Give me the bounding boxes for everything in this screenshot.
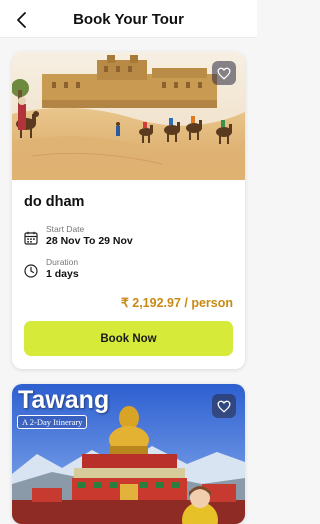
- tour-image-title: Tawang: [18, 386, 110, 414]
- favorite-button[interactable]: [212, 394, 236, 418]
- favorite-button[interactable]: [212, 61, 236, 85]
- tour-image-rajasthan: [12, 52, 245, 180]
- tour-name: do dham: [24, 194, 85, 210]
- heart-icon: [217, 67, 231, 80]
- page-title: Book Your Tour: [73, 11, 184, 28]
- calendar-icon: [24, 231, 38, 245]
- tour-image-subtitle: A 2-Day Itinerary: [17, 415, 88, 429]
- heart-icon: [217, 400, 231, 413]
- app-header: Book Your Tour: [0, 0, 257, 38]
- clock-icon: [24, 264, 38, 278]
- book-now-button[interactable]: Book Now: [24, 321, 233, 356]
- tour-card[interactable]: do dham Start Date 28 Nov To 29 Nov Dura…: [12, 52, 245, 369]
- tour-card[interactable]: Tawang A 2-Day Itinerary: [12, 384, 245, 524]
- duration-label: Duration: [46, 257, 79, 267]
- start-date-value: 28 Nov To 29 Nov: [46, 235, 133, 247]
- duration-value: 1 days: [46, 268, 79, 280]
- tour-price: ₹ 2,192.97 / person: [120, 296, 233, 310]
- start-date-label: Start Date: [46, 224, 85, 234]
